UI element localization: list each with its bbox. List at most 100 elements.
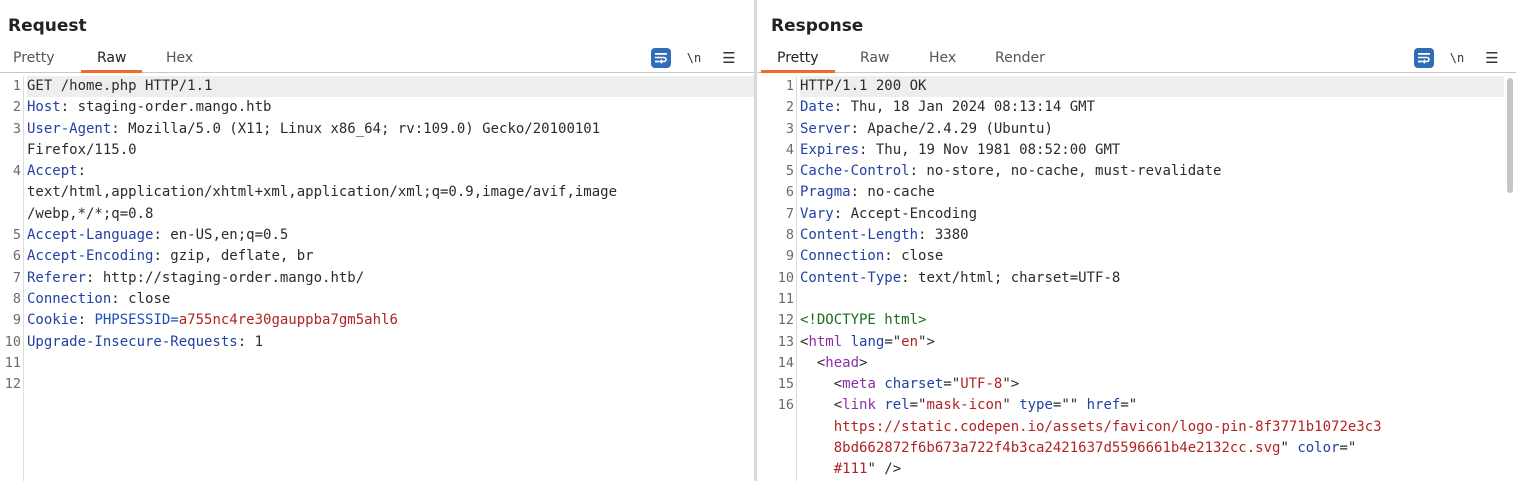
code-token: : 1	[237, 333, 264, 350]
code-token: : Thu, 18 Jan 2024 08:13:14 GMT	[833, 99, 1096, 116]
newline-toggle-button[interactable]: \n	[684, 48, 704, 68]
word-wrap-icon[interactable]	[1414, 48, 1434, 68]
request-code[interactable]: GET /home.php HTTP/1.1 Host: staging-orde…	[27, 76, 754, 395]
line-number: 1	[785, 78, 794, 94]
line-number: 3	[12, 120, 21, 137]
request-tab-raw[interactable]: Raw	[81, 49, 143, 73]
code-token: : text/html; charset=UTF-8	[901, 269, 1121, 286]
code-line[interactable]	[27, 353, 754, 374]
line-number: 6	[785, 184, 794, 201]
response-tab-hex[interactable]: Hex	[929, 49, 956, 73]
code-token: Date	[800, 99, 834, 116]
request-title: Request	[8, 16, 87, 36]
code-token: ="	[1339, 440, 1357, 457]
response-editor[interactable]: 1 2 3 4 5 6 7 8 9 10 11 12 13 14 15 16 HTTP/1.1 200 OK D…	[757, 76, 1516, 481]
response-title: Response	[771, 16, 864, 36]
code-line[interactable]: Cache-Control: no-store, no-cache, must-…	[800, 161, 1504, 182]
code-token: : Apache/2.4.29 (Ubuntu)	[850, 120, 1053, 137]
code-token: type	[1019, 397, 1053, 414]
response-tab-raw[interactable]: Raw	[860, 49, 889, 73]
code-line[interactable]: Connection: close	[27, 289, 754, 310]
code-token: =""	[1052, 397, 1087, 414]
code-token: /webp,*/*;q=0.8	[27, 205, 154, 222]
code-line[interactable]: Upgrade-Insecure-Requests: 1	[27, 332, 754, 353]
code-token: Expires	[800, 141, 860, 158]
code-token: Cache-Control	[800, 163, 910, 180]
newline-toggle-button[interactable]: \n	[1447, 48, 1467, 68]
code-token: : staging-order.mango.htb	[60, 99, 272, 116]
code-token: Cookie	[27, 312, 78, 329]
code-line[interactable]: https://static.codepen.io/assets/favicon…	[800, 417, 1504, 438]
line-number: 9	[12, 312, 21, 329]
line-number	[757, 417, 796, 438]
code-line[interactable]	[27, 374, 754, 395]
code-token: User-Agent	[27, 120, 112, 137]
code-line[interactable]: Content-Length: 3380	[800, 225, 1504, 246]
line-number: 13	[777, 333, 794, 350]
code-line[interactable]: Referer: http://staging-order.mango.htb/	[27, 268, 754, 289]
response-code[interactable]: HTTP/1.1 200 OK Date: Thu, 18 Jan 2024 08…	[800, 76, 1504, 481]
code-token: Content-Length	[800, 227, 919, 244]
code-line[interactable]: /webp,*/*;q=0.8	[27, 204, 754, 225]
code-line[interactable]: Accept-Encoding: gzip, deflate, br	[27, 246, 754, 267]
code-token: ">	[918, 333, 935, 350]
request-tab-hex[interactable]: Hex	[166, 49, 193, 73]
code-line[interactable]: Date: Thu, 18 Jan 2024 08:13:14 GMT	[800, 97, 1504, 118]
code-line[interactable]: <meta charset="UTF-8">	[800, 374, 1504, 395]
request-toolbar: \n ☰	[651, 48, 751, 68]
request-editor[interactable]: 1 2 3 4 5 6 7 8 9 10 11 12 GET /home.php HTTP/1.1 Ho…	[0, 76, 754, 481]
code-line[interactable]: Accept:	[27, 161, 754, 182]
code-line[interactable]: <link rel="mask-icon" type="" href="	[800, 395, 1504, 416]
code-line[interactable]: Pragma: no-cache	[800, 182, 1504, 203]
response-scrollbar[interactable]	[1506, 76, 1516, 481]
line-number: 7	[785, 205, 794, 222]
code-line[interactable]: Accept-Language: en-US,en;q=0.5	[27, 225, 754, 246]
code-line[interactable]: Cookie: PHPSESSID=a755nc4re30gauppba7gm5…	[27, 310, 754, 331]
hamburger-menu-icon[interactable]: ☰	[1482, 48, 1502, 68]
code-line[interactable]	[800, 289, 1504, 310]
response-tab-pretty[interactable]: Pretty	[761, 49, 835, 73]
response-tab-render[interactable]: Render	[995, 49, 1045, 73]
code-token: charset	[884, 376, 944, 393]
code-line[interactable]: <!DOCTYPE html>	[800, 310, 1504, 331]
line-number	[0, 204, 23, 225]
response-scrollbar-thumb[interactable]	[1507, 78, 1513, 193]
code-token: "	[1002, 397, 1020, 414]
code-token: ="	[943, 376, 961, 393]
request-tabs: Pretty Raw Hex	[0, 46, 754, 73]
code-token: " />	[867, 461, 902, 478]
line-number: 10	[4, 333, 21, 350]
code-token: a755nc4re30gauppba7gm5ahl6	[178, 312, 398, 329]
code-line[interactable]: #111" />	[800, 459, 1504, 480]
code-token: Pragma	[800, 184, 851, 201]
code-line[interactable]: HTTP/1.1 200 OK	[800, 76, 1504, 98]
line-number: 11	[777, 290, 794, 307]
code-token: :	[77, 163, 87, 180]
code-line[interactable]: User-Agent: Mozilla/5.0 (X11; Linux x86_…	[27, 119, 754, 140]
code-token: : Accept-Encoding	[833, 205, 978, 222]
line-number: 12	[4, 376, 21, 393]
code-line[interactable]: Vary: Accept-Encoding	[800, 204, 1504, 225]
code-token: <	[800, 354, 826, 371]
code-line[interactable]: Expires: Thu, 19 Nov 1981 08:52:00 GMT	[800, 140, 1504, 161]
code-line[interactable]: Server: Apache/2.4.29 (Ubuntu)	[800, 119, 1504, 140]
code-line[interactable]: text/html,application/xhtml+xml,applicat…	[27, 182, 754, 203]
request-line-numbers: 1 2 3 4 5 6 7 8 9 10 11 12	[0, 76, 24, 481]
code-line[interactable]: 8bd662872f6b673a722f4b3ca2421637d5596661…	[800, 438, 1504, 459]
line-number: 8	[785, 227, 794, 244]
code-line[interactable]: <head>	[800, 353, 1504, 374]
code-token: Server	[800, 120, 851, 137]
response-tabs: Pretty Raw Hex Render	[757, 46, 1516, 73]
code-line[interactable]: Connection: close	[800, 246, 1504, 267]
code-line[interactable]: <html lang="en">	[800, 332, 1504, 353]
request-tab-pretty[interactable]: Pretty	[13, 49, 55, 73]
code-token: Accept-Language	[27, 227, 154, 244]
hamburger-menu-icon[interactable]: ☰	[719, 48, 739, 68]
code-line[interactable]: Firefox/115.0	[27, 140, 754, 161]
code-line[interactable]: GET /home.php HTTP/1.1	[27, 76, 754, 98]
code-token: =	[170, 312, 179, 329]
code-line[interactable]: Content-Type: text/html; charset=UTF-8	[800, 268, 1504, 289]
code-line[interactable]: Host: staging-order.mango.htb	[27, 97, 754, 118]
word-wrap-icon[interactable]	[651, 48, 671, 68]
